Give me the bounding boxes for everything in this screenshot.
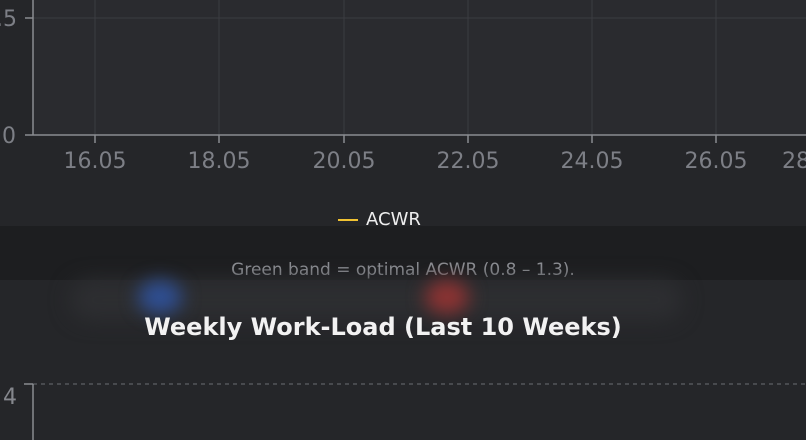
acwr-x-tick-label: 20.05 [313,149,376,174]
acwr-x-tick-label: 22.05 [437,149,500,174]
acwr-x-tick-label: 24.05 [561,149,624,174]
weekly-red-blur [425,280,469,314]
acwr-x-tick-label: 26.05 [685,149,748,174]
weekly-blue-blur [138,280,182,314]
acwr-y-tick-labels: .5 0 [0,7,17,149]
acwr-note-text: Green band = optimal ACWR (0.8 – 1.3). [231,260,575,280]
dashboard-page: .5 0 16.05 18.05 20.05 22.05 24.05 26.05… [0,0,806,440]
acwr-plot-area [33,0,806,135]
acwr-chart: .5 0 16.05 18.05 20.05 22.05 24.05 26.05… [0,0,806,174]
weekly-y-tick-label: 4 [3,385,17,410]
acwr-y-tick-label: .5 [0,7,17,32]
acwr-x-tick-label: 16.05 [64,149,127,174]
acwr-chart-section: .5 0 16.05 18.05 20.05 22.05 24.05 26.05… [0,0,806,230]
weekly-chart-title: Weekly Work-Load (Last 10 Weeks) [144,313,622,341]
acwr-legend-swatch [338,219,358,221]
acwr-x-tick-label: 18.05 [188,149,251,174]
acwr-x-tick-labels: 16.05 18.05 20.05 22.05 24.05 26.05 28 [64,149,806,174]
acwr-y-tick-label: 0 [2,124,16,149]
weekly-chart: 4 [3,383,806,440]
acwr-x-tick-label: 28 [782,149,806,174]
